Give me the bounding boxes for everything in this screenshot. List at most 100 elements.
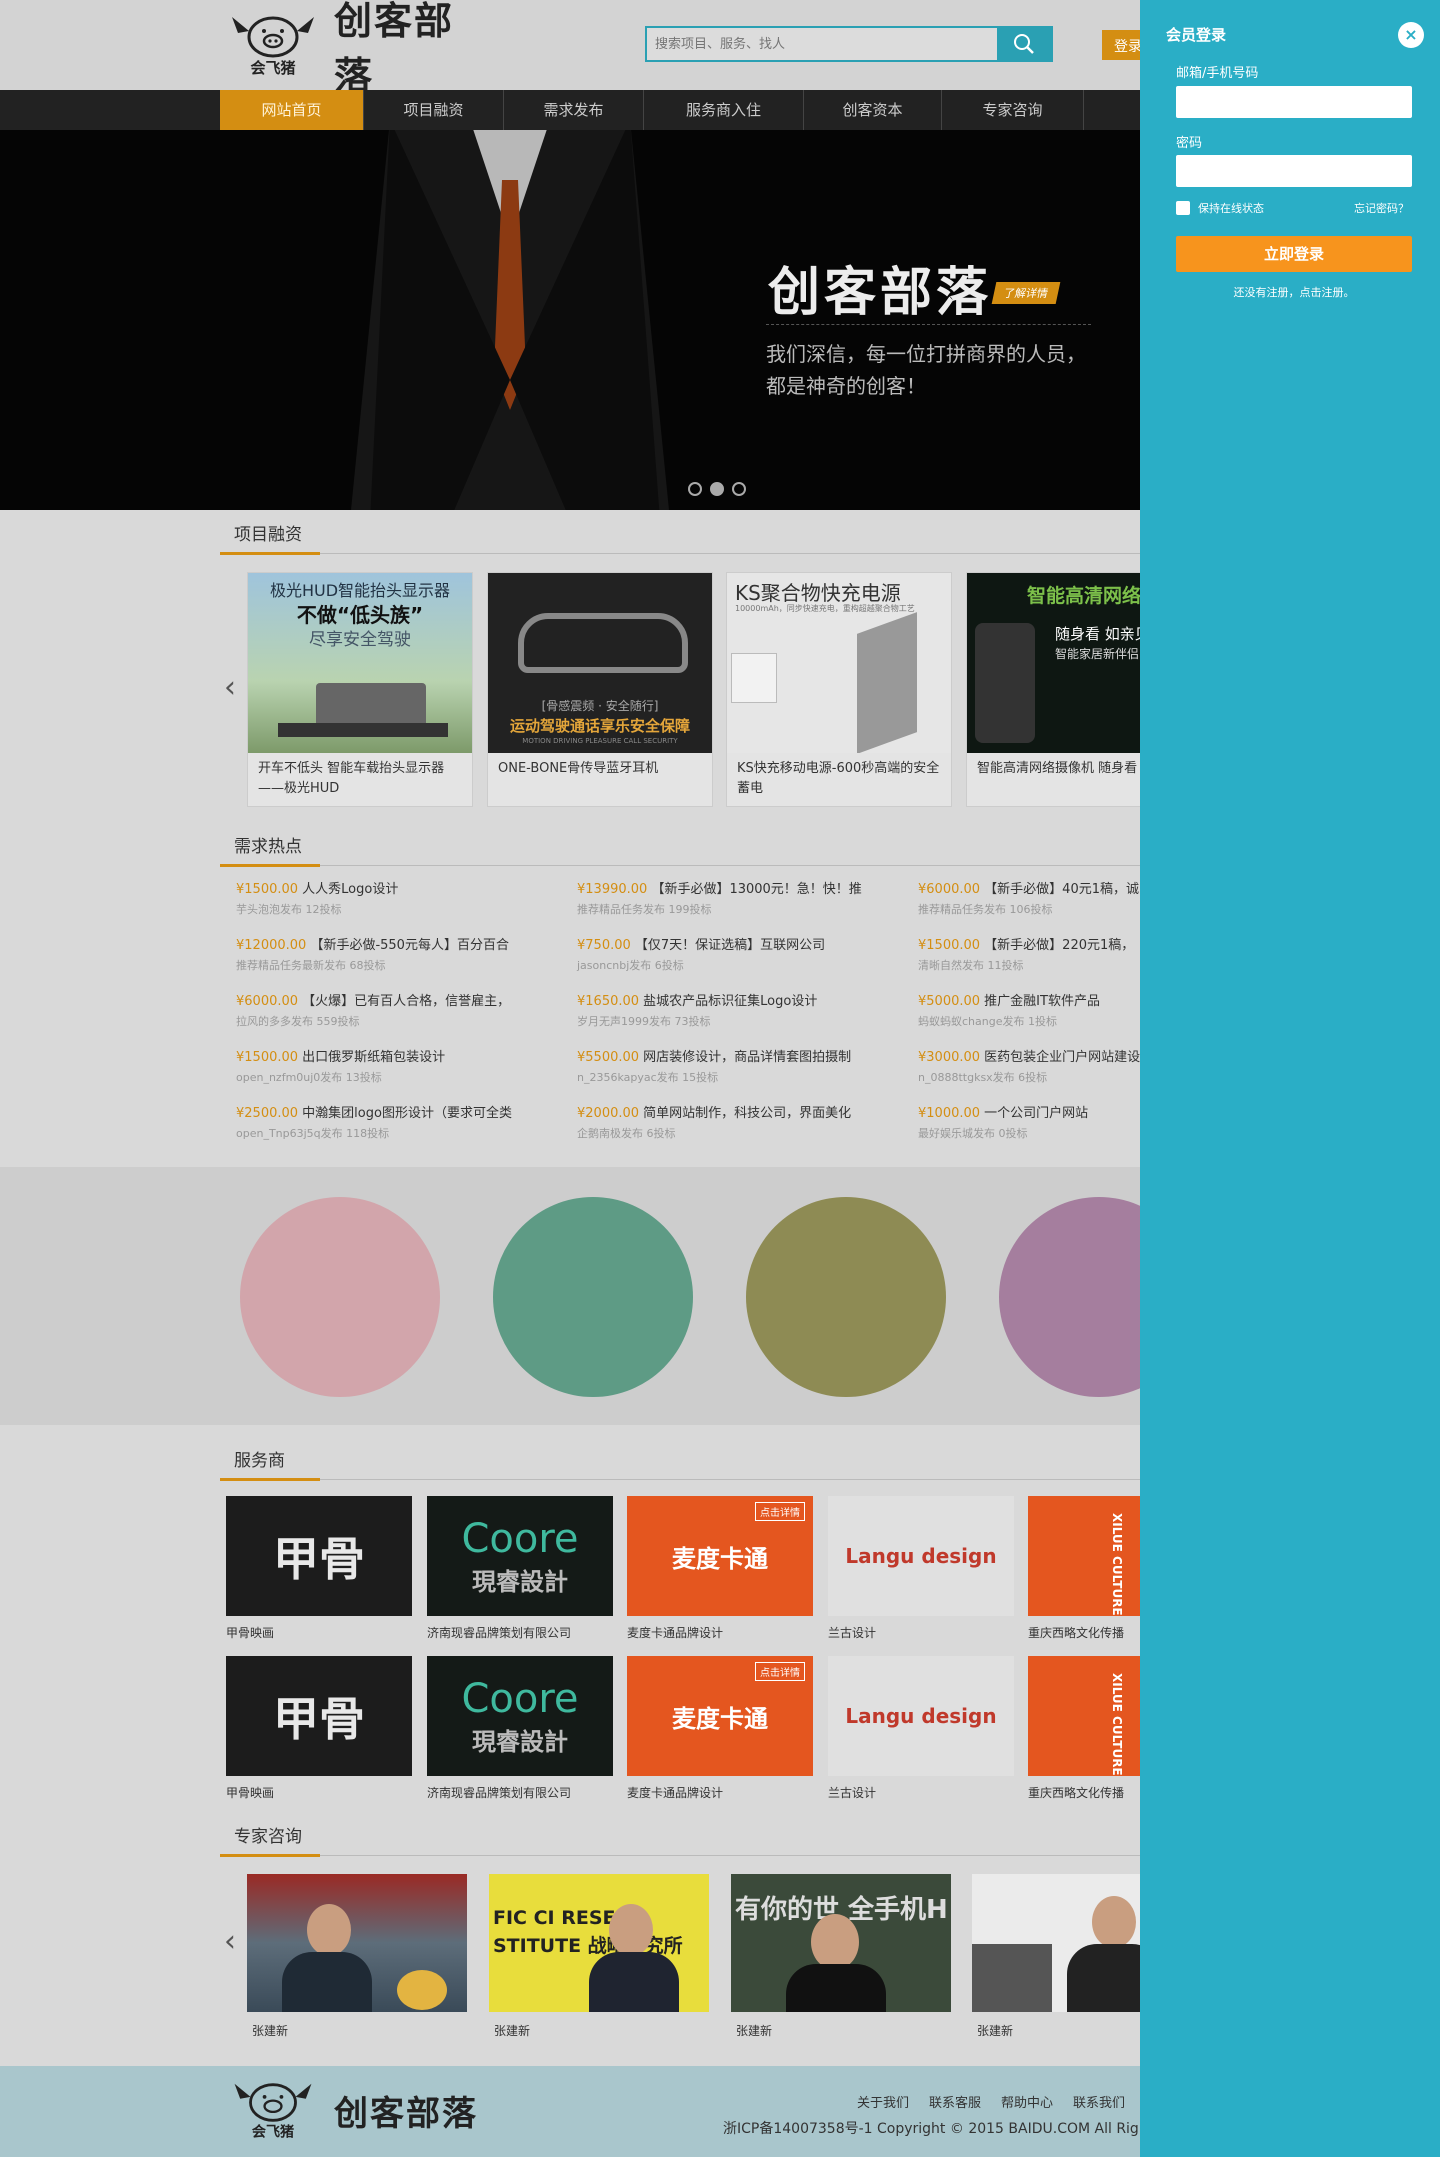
search-bar xyxy=(645,26,1053,62)
section-title: 项目融资 xyxy=(234,525,302,545)
expert-photo: FIC CI RESEAR STITUTE 战略研究所 xyxy=(489,1874,709,2012)
pig-logo-text: 会飞猪 xyxy=(252,2123,294,2140)
project-image: 智能高清网络摄 随身看 如亲见 智能家居新伴侣 xyxy=(967,573,1140,753)
demand-item[interactable]: ¥5500.00 网店装修设计，商品详情套图拍摄制 n_2356kapyac发布 … xyxy=(577,1046,907,1102)
service-provider-card[interactable]: 甲骨 甲骨映画 xyxy=(226,1656,412,1801)
demand-item[interactable]: ¥2000.00 简单网站制作，科技公司，界面美化 企鹅南极发布 6投标 xyxy=(577,1102,907,1158)
service-provider-card[interactable]: 点击详情 麦度卡通 麦度卡通品牌设计 xyxy=(627,1496,813,1641)
chevron-left-icon[interactable]: ‹ xyxy=(224,670,236,705)
service-provider-card[interactable]: Langu design 兰古设计 xyxy=(828,1656,1014,1801)
carousel-dot[interactable] xyxy=(688,482,702,496)
site-footer: 会飞猪 创客部落 关于我们 联系客服 帮助中心 联系我们 浙ICP备140073… xyxy=(0,2066,1140,2157)
demand-column: ¥13990.00 【新手必做】13000元！急！快！推 推荐精品任务发布 199… xyxy=(577,878,907,1158)
email-field[interactable] xyxy=(1176,86,1412,118)
nav-item-demand[interactable]: 需求发布 xyxy=(504,90,644,130)
header-login-button[interactable]: 登录 xyxy=(1102,30,1140,60)
nav-item-experts[interactable]: 专家咨询 xyxy=(942,90,1084,130)
demand-item[interactable]: ¥1000.00 一个公司门户网站 最好娱乐城发布 0投标 xyxy=(918,1102,1140,1158)
expert-name: 张建新 xyxy=(252,2024,289,2038)
service-provider-card[interactable]: 点击详情 麦度卡通 麦度卡通品牌设计 xyxy=(627,1656,813,1801)
demand-item[interactable]: ¥750.00 【仅7天！保证选稿】互联网公司 jasoncnbj发布 6投标 xyxy=(577,934,907,990)
carousel-dot-active[interactable] xyxy=(710,482,724,496)
provider-logo: XILUE CULTURE xyxy=(1028,1656,1140,1776)
login-submit-button[interactable]: 立即登录 xyxy=(1176,236,1412,272)
search-button[interactable] xyxy=(997,28,1051,60)
expert-photo: 有你的世 全手机H xyxy=(731,1874,951,2012)
nav-item-capital[interactable]: 创客资本 xyxy=(804,90,942,130)
expert-photo xyxy=(972,1874,1140,2012)
provider-name: 麦度卡通品牌设计 xyxy=(627,1626,724,1640)
service-provider-card[interactable]: 甲骨 甲骨映画 xyxy=(226,1496,412,1641)
expert-card[interactable]: 张建新 xyxy=(247,1874,467,2039)
footer-logo[interactable]: 会飞猪 创客部落 xyxy=(224,2080,478,2140)
banner-divider xyxy=(766,324,1091,325)
demand-item[interactable]: ¥1650.00 盐城农产品标识征集Logo设计 岁月无声1999发布 73投标 xyxy=(577,990,907,1046)
feature-circle[interactable] xyxy=(999,1197,1140,1397)
project-image: KS聚合物快充电源 10000mAh，同步快速充电，重构超越聚合物工艺 xyxy=(727,573,951,753)
project-card[interactable]: KS聚合物快充电源 10000mAh，同步快速充电，重构超越聚合物工艺 KS快充… xyxy=(726,572,952,807)
provider-logo: Coore 現睿設計 xyxy=(427,1496,613,1616)
feature-circle[interactable] xyxy=(240,1197,440,1397)
feature-circle[interactable] xyxy=(493,1197,693,1397)
nav-item-financing[interactable]: 项目融资 xyxy=(364,90,504,130)
feature-circle[interactable] xyxy=(746,1197,946,1397)
demand-item[interactable]: ¥6000.00 【火爆】已有百人合格，信誉雇主， 拉风的多多发布 559投标 xyxy=(236,990,566,1046)
remember-me[interactable]: 保持在线状态 xyxy=(1176,200,1264,216)
nav-item-providers[interactable]: 服务商入住 xyxy=(644,90,804,130)
expert-card[interactable]: FIC CI RESEAR STITUTE 战略研究所 张建新 xyxy=(489,1874,709,2039)
project-card[interactable]: [骨感震频 · 安全随行] 运动驾驶通话享乐安全保障 MOTION DRIVIN… xyxy=(487,572,713,807)
demand-item[interactable]: ¥1500.00 出口俄罗斯纸箱包装设计 open_nzfm0uj0发布 13投标 xyxy=(236,1046,566,1102)
demand-item[interactable]: ¥6000.00 【新手必做】40元1稿，诚 推荐精品任务发布 106投标 xyxy=(918,878,1140,934)
footer-link-about[interactable]: 关于我们 xyxy=(857,2092,909,2111)
learn-more-button[interactable]: 了解详情 xyxy=(991,282,1061,304)
project-card[interactable]: 智能高清网络摄 随身看 如亲见 智能家居新伴侣 智能高清网络摄像机 随身看 如亲… xyxy=(966,572,1140,807)
footer-link-service[interactable]: 联系客服 xyxy=(929,2092,981,2111)
footer-link-contact[interactable]: 联系我们 xyxy=(1073,2092,1125,2111)
main-page: 会飞猪 创客部落 登录 网站首页 项目融资 需求发布 服务商入住 创客资本 专家… xyxy=(0,0,1140,2157)
close-icon[interactable]: × xyxy=(1398,22,1424,48)
provider-name: 济南现睿品牌策划有限公司 xyxy=(427,1786,572,1800)
footer-brand: 创客部落 xyxy=(334,2093,478,2134)
section-title: 需求热点 xyxy=(234,837,302,857)
nav-item-home[interactable]: 网站首页 xyxy=(220,90,364,130)
pig-logo-icon: 会飞猪 xyxy=(224,13,322,77)
slogan-line-2: 都是神奇的创客！ xyxy=(766,374,926,398)
chevron-left-icon[interactable]: ‹ xyxy=(224,1924,236,1959)
pig-logo-icon: 会飞猪 xyxy=(234,2083,312,2140)
provider-logo: 甲骨 xyxy=(226,1496,412,1616)
forgot-password-link[interactable]: 忘记密码？ xyxy=(1354,200,1409,216)
expert-name: 张建新 xyxy=(977,2024,1014,2038)
demand-item[interactable]: ¥3000.00 医药包装企业门户网站建设 n_0888ttgksx发布 6投标 xyxy=(918,1046,1140,1102)
hero-banner[interactable]: 创客部落 了解详情 我们深信，每一位打拼商界的人员， 都是神奇的创客！ xyxy=(0,130,1140,510)
remember-checkbox[interactable] xyxy=(1176,201,1190,215)
expert-card[interactable]: 张建新 xyxy=(972,1874,1140,2039)
service-provider-card[interactable]: Langu design 兰古设计 xyxy=(828,1496,1014,1641)
provider-logo-mark: 甲骨 xyxy=(273,1692,365,1746)
feature-circles-band xyxy=(0,1167,1140,1425)
demand-item[interactable]: ¥2500.00 中瀚集团logo图形设计（要求可全类 open_Tnp63j5q… xyxy=(236,1102,566,1158)
service-provider-card[interactable]: XILUE CULTURE 重庆西略文化传播 xyxy=(1028,1656,1140,1801)
service-provider-card[interactable]: Coore 現睿設計 济南现睿品牌策划有限公司 xyxy=(427,1656,613,1801)
password-field[interactable] xyxy=(1176,155,1412,187)
demand-item[interactable]: ¥1500.00 人人秀Logo设计 芋头泡泡发布 12投标 xyxy=(236,878,566,934)
project-image: [骨感震频 · 安全随行] 运动驾驶通话享乐安全保障 MOTION DRIVIN… xyxy=(488,573,712,753)
site-logo[interactable]: 会飞猪 创客部落 xyxy=(224,0,484,98)
demand-item[interactable]: ¥12000.00 【新手必做-550元每人】百分百合 推荐精品任务最新发布 68… xyxy=(236,934,566,990)
project-caption: KS快充移动电源-600秒高端的安全蓄电 xyxy=(737,761,940,796)
register-link[interactable]: 还没有注册，点击注册。 xyxy=(1176,284,1412,300)
login-panel: 会员登录 × 邮箱/手机号码 密码 保持在线状态 忘记密码？ 立即登录 还没有注… xyxy=(1140,0,1440,2157)
carousel-dot[interactable] xyxy=(732,482,746,496)
main-nav: 网站首页 项目融资 需求发布 服务商入住 创客资本 专家咨询 xyxy=(0,90,1140,130)
footer-link-help[interactable]: 帮助中心 xyxy=(1001,2092,1053,2111)
search-input[interactable] xyxy=(647,28,997,60)
expert-name: 张建新 xyxy=(494,2024,531,2038)
project-card[interactable]: 极光HUD智能抬头显示器 不做“低头族” 尽享安全驾驶 开车不低头 智能车载抬头… xyxy=(247,572,473,807)
demand-item[interactable]: ¥1500.00 【新手必做】220元1稿， 清晰自然发布 11投标 xyxy=(918,934,1140,990)
service-provider-card[interactable]: XILUE CULTURE 重庆西略文化传播 xyxy=(1028,1496,1140,1641)
demand-item[interactable]: ¥13990.00 【新手必做】13000元！急！快！推 推荐精品任务发布 199… xyxy=(577,878,907,934)
section-header-demands: 需求热点 xyxy=(220,826,1140,867)
expert-card[interactable]: 有你的世 全手机H 张建新 xyxy=(731,1874,951,2039)
service-provider-card[interactable]: Coore 現睿設計 济南现睿品牌策划有限公司 xyxy=(427,1496,613,1641)
demand-item[interactable]: ¥5000.00 推广金融IT软件产品 蚂蚁蚂蚁change发布 1投标 xyxy=(918,990,1140,1046)
carousel-dots xyxy=(688,482,746,496)
